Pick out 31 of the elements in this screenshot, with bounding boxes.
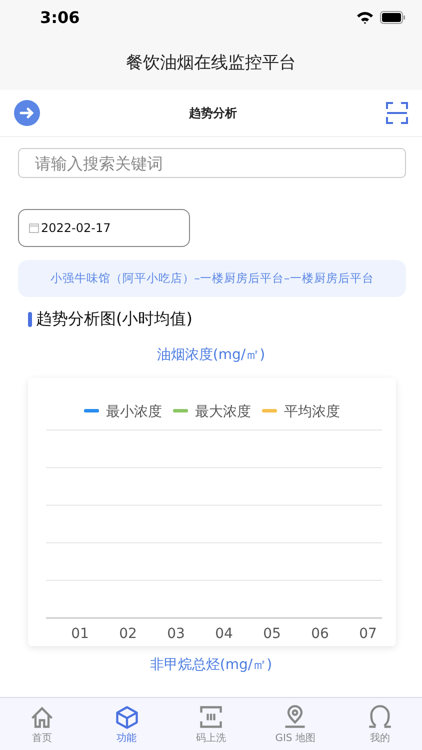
page-title: 趋势分析 (189, 104, 237, 122)
location-label: 小强牛味馆（阿平小吃店）–一楼厨房后平台–一楼厨房后平台 (18, 260, 406, 297)
chart-title: 非甲烷总烃(mg/㎡) (150, 657, 272, 673)
axis-label: 07 (359, 626, 377, 642)
cube-icon (114, 704, 140, 730)
battery-icon (380, 11, 406, 24)
person-icon (366, 704, 393, 730)
section-title: 趋势分析图(小时均值) (36, 309, 192, 330)
scan-icon (198, 704, 224, 730)
axis-label: 03 (167, 626, 185, 642)
tab-item[interactable]: GIS 地图 (260, 702, 330, 746)
tab-item[interactable]: 码上洗 (176, 702, 246, 746)
axis-label: 01 (71, 626, 89, 642)
wifi-icon (356, 11, 374, 24)
legend-item[interactable]: 平均浓度 (262, 404, 340, 420)
tab-item[interactable]: 我的 (344, 702, 415, 746)
scan-icon[interactable] (386, 102, 408, 124)
chart-title: 油烟浓度(mg/㎡) (156, 347, 266, 363)
axis-label: 06 (311, 626, 329, 642)
app-title: 餐饮油烟在线监控平台 (126, 52, 296, 74)
search-field[interactable]: 请输入搜索关键词 (18, 148, 406, 178)
tab-item[interactable]: 首页 (7, 702, 78, 746)
date-field[interactable]: 2022-02-17 (18, 209, 190, 247)
axis-label: 04 (215, 626, 233, 642)
tab-item[interactable]: 功能 (92, 702, 162, 746)
axis-label: 02 (119, 626, 137, 642)
legend-item[interactable]: 最大浓度 (173, 404, 251, 420)
axis-label: 05 (263, 626, 281, 642)
calendar-icon (29, 223, 39, 233)
legend-item[interactable]: 最小浓度 (84, 404, 162, 420)
status-time: 3:06 (40, 8, 80, 27)
